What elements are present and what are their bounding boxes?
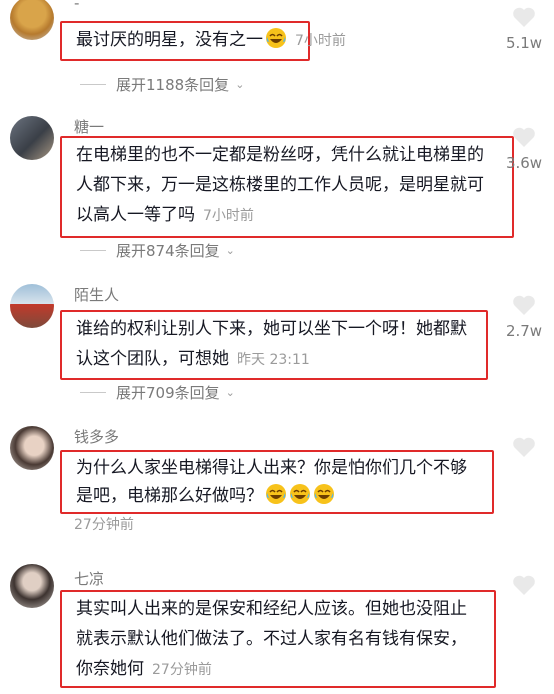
comment-text: 在电梯里的也不一定都是粉丝呀，凭什么就让电梯里的人都下来，万一是这栋楼里的工作人… [76,145,484,225]
comment-text: 最讨厌的明星，没有之一 [76,30,263,50]
expand-replies-label: 展开874条回复 [116,242,220,260]
avatar[interactable] [10,284,54,328]
chevron-down-icon: ⌄ [235,78,245,91]
comment-time: 27分钟前 [152,662,212,678]
comment-highlight-box: 在电梯里的也不一定都是粉丝呀，凭什么就让电梯里的人都下来，万一是这栋楼里的工作人… [60,136,514,238]
chevron-down-icon: ⌄ [225,386,235,399]
comment-time: 昨天 23:11 [237,352,310,368]
comment-highlight-box: 最讨厌的明星，没有之一 7小时前 [60,21,346,61]
like-count: 2.7w [505,322,543,340]
avatar[interactable] [10,426,54,470]
username[interactable]: 七凉 [74,568,104,589]
like-button[interactable]: 5.1w [502,6,546,52]
expand-replies-label: 展开709条回复 [116,384,220,402]
comment-time: 27分钟前 [74,517,134,533]
heart-icon [513,7,535,27]
expand-replies-button[interactable]: 展开874条回复 ⌄ [80,240,235,261]
comment-highlight-box: 为什么人家坐电梯得让人出来？你是怕你们几个不够是吧，电梯那么好做吗？ [60,450,494,514]
username[interactable]: 糖一 [74,116,104,137]
username[interactable]: 陌生人 [74,284,119,305]
comment-time: 7小时前 [203,208,254,224]
tears-of-joy-emoji [289,483,311,505]
tears-of-joy-emoji [265,27,287,49]
avatar[interactable] [10,116,54,160]
expand-replies-button[interactable]: 展开709条回复 ⌄ [80,382,235,403]
username[interactable]: - [74,0,79,12]
comment-highlight-box: 其实叫人出来的是保安和经纪人应该。但她也没阻止就表示默认他们做法了。不过人家有名… [60,590,496,688]
like-count: 5.1w [505,34,543,52]
like-button[interactable]: 2.7w [502,294,546,340]
chevron-down-icon: ⌄ [225,244,235,257]
like-button[interactable] [502,574,546,596]
comment-time: 7小时前 [295,33,346,49]
expand-replies-label: 展开1188条回复 [116,76,230,94]
like-count: 3.6w [505,154,543,172]
comment-text: 其实叫人出来的是保安和经纪人应该。但她也没阻止就表示默认他们做法了。不过人家有名… [76,599,467,679]
comment-highlight-box: 谁给的权利让别人下来，她可以坐下一个呀！她都默认这个团队，可想她 昨天 23:11 [60,310,488,380]
expand-replies-button[interactable]: 展开1188条回复 ⌄ [80,74,244,95]
avatar[interactable] [10,564,54,608]
tears-of-joy-emoji [265,483,287,505]
heart-icon [513,575,535,595]
tears-of-joy-emoji [313,483,335,505]
username[interactable]: 钱多多 [74,426,119,447]
like-button[interactable]: 3.6w [502,126,546,172]
heart-icon [513,127,535,147]
like-button[interactable] [502,436,546,458]
heart-icon [513,437,535,457]
avatar[interactable] [10,0,54,40]
heart-icon [513,295,535,315]
